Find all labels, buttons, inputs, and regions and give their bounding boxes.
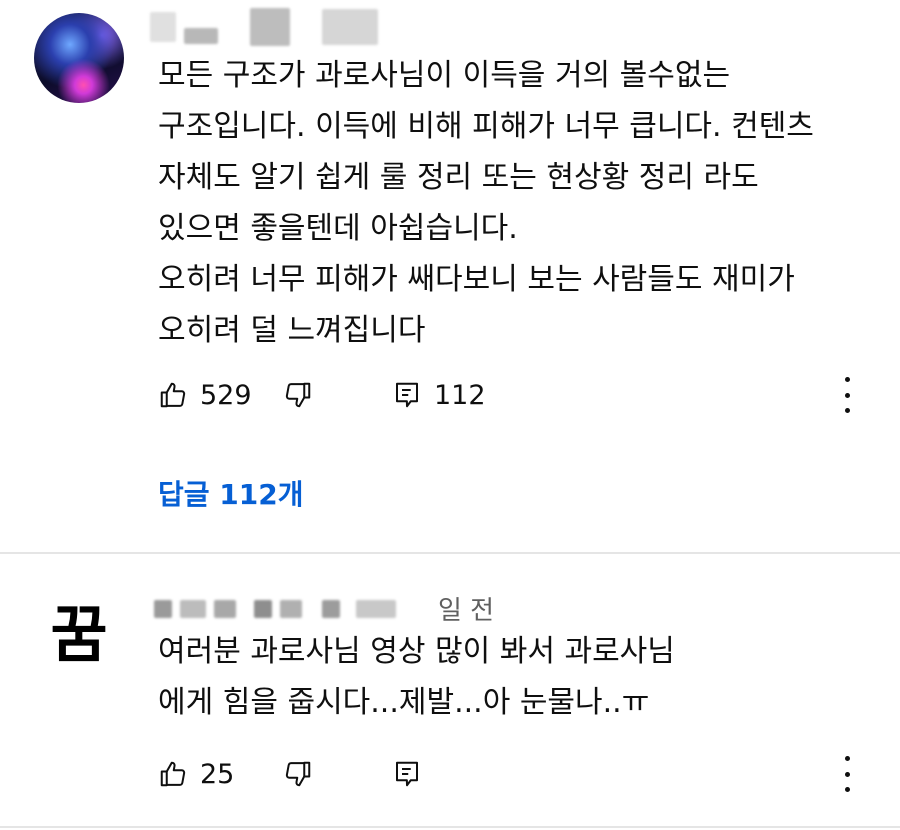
comment-text: 여러분 과로사님 영상 많이 봐서 과로사님 에게 힘을 줍시다...제발...… — [158, 626, 860, 728]
thumbs-up-icon — [160, 761, 186, 787]
comment-line: 자체도 알기 쉽게 룰 정리 또는 현상황 정리 라도 — [158, 160, 759, 195]
comment-line: 오히려 덜 느껴집니다 — [158, 313, 426, 348]
comment-line: 구조입니다. 이득에 비해 피해가 너무 큽니다. 컨텐츠 — [158, 109, 814, 144]
dislike-button[interactable] — [283, 754, 313, 794]
view-replies-link[interactable]: 답글 112개 — [158, 473, 303, 513]
like-count: 529 — [200, 379, 252, 411]
reply-button[interactable] — [392, 754, 422, 794]
comment-actions: 529 112 — [158, 375, 878, 415]
reply-count: 112 — [434, 379, 486, 411]
comment-time: 일 전 — [438, 596, 495, 626]
avatar[interactable]: 꿈 — [34, 590, 124, 680]
avatar[interactable] — [34, 13, 124, 103]
reply-icon — [396, 382, 418, 408]
comment-line: 있으면 좋을텐데 아쉽습니다. — [158, 211, 518, 246]
divider — [0, 826, 900, 828]
reply-button[interactable]: 112 — [392, 375, 486, 415]
author-name-blurred[interactable] — [150, 8, 378, 46]
comment-line: 오히려 너무 피해가 쌔다보니 보는 사람들도 재미가 — [158, 262, 795, 297]
comment-thread: 모든 구조가 과로사님이 이득을 거의 볼수없는 구조입니다. 이득에 비해 피… — [0, 0, 900, 552]
dislike-button[interactable] — [283, 375, 313, 415]
comment-line: 여러분 과로사님 영상 많이 봐서 과로사님 — [158, 634, 675, 669]
comment-thread: 꿈 일 전 여러분 과로사님 영상 많이 봐서 과로사님 에게 힘을 줍시다..… — [0, 554, 900, 824]
comment-actions: 25 — [158, 754, 878, 794]
author-name-blurred[interactable] — [154, 599, 172, 618]
more-vert-icon[interactable] — [844, 756, 850, 792]
thumbs-down-icon — [285, 382, 311, 408]
more-vert-icon[interactable] — [844, 377, 850, 413]
reply-icon — [396, 761, 418, 787]
comment-line: 모든 구조가 과로사님이 이득을 거의 볼수없는 — [158, 58, 731, 93]
thumbs-up-icon — [160, 382, 186, 408]
comment-line: 에게 힘을 줍시다...제발...아 눈물나..ㅠ — [158, 685, 650, 720]
comment-text: 모든 구조가 과로사님이 이득을 거의 볼수없는 구조입니다. 이득에 비해 피… — [158, 50, 860, 356]
comment-meta: 일 전 — [154, 590, 494, 627]
thumbs-down-icon — [285, 761, 311, 787]
like-button[interactable]: 25 — [158, 754, 234, 794]
like-button[interactable]: 529 — [158, 375, 252, 415]
like-count: 25 — [200, 758, 235, 790]
avatar-letter: 꿈 — [50, 598, 108, 671]
